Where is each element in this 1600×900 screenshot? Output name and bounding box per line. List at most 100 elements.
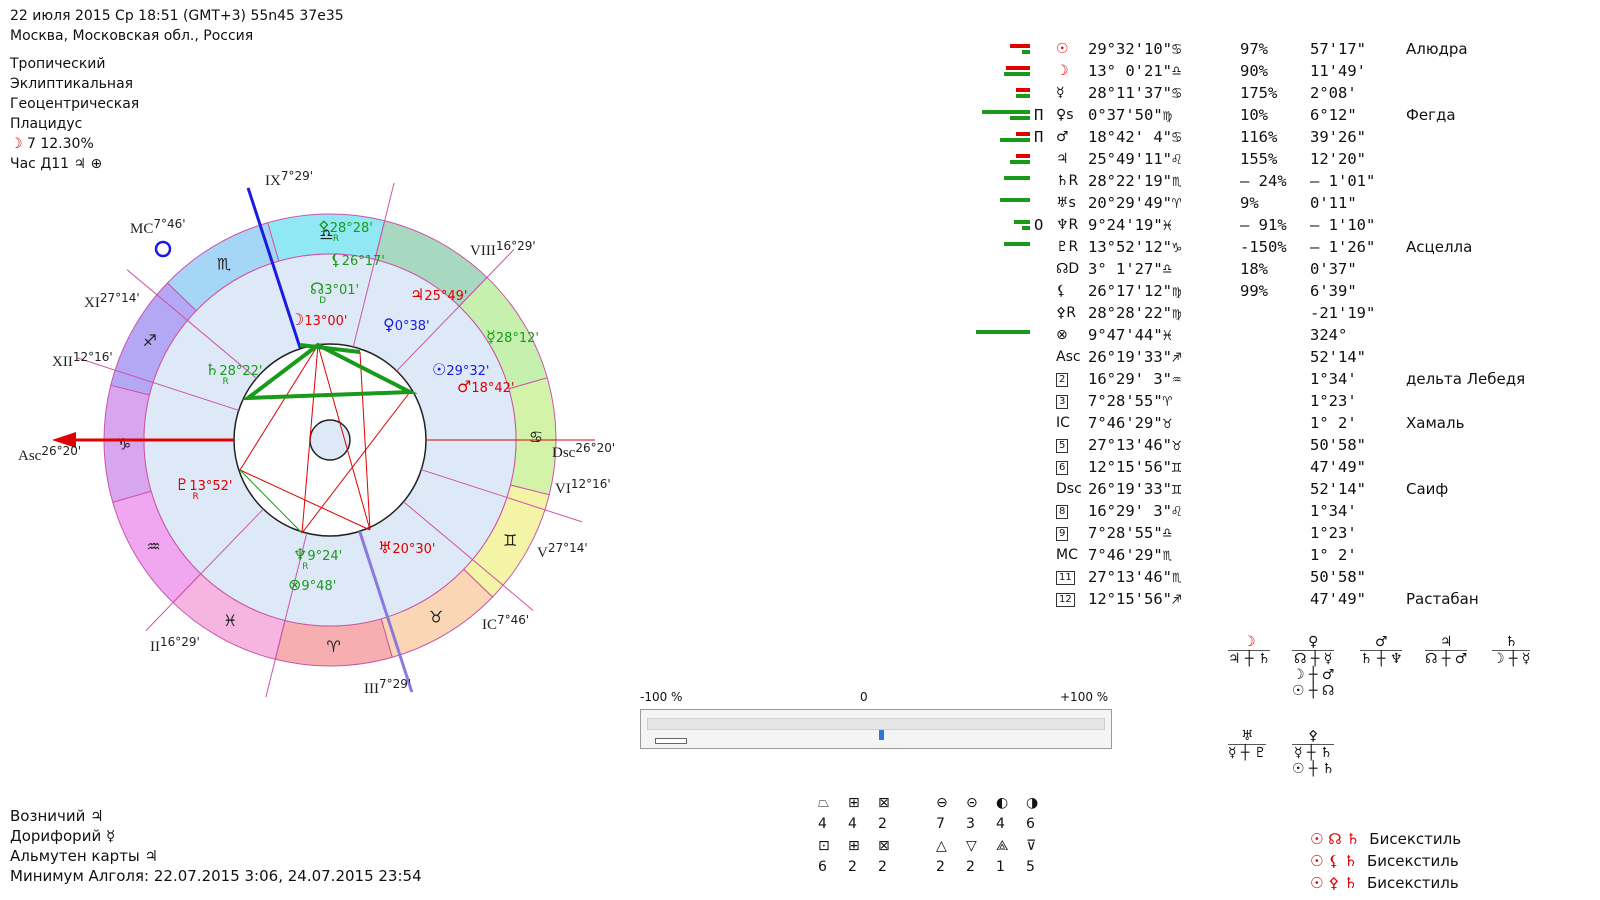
planet-glyph: ☊D — [1056, 261, 1080, 277]
zodiac-sign-icon: ♈ — [326, 637, 340, 656]
planet-glyph: 9 — [1056, 527, 1069, 541]
position-value: 12°15'56"♊ — [1088, 458, 1182, 476]
daily-motion: 1°34' — [1310, 502, 1357, 520]
dispositor-ruler: ⚴ — [1292, 728, 1335, 745]
house-label: IX7°29' — [265, 170, 313, 189]
planet-glyph: 12 — [1056, 593, 1075, 607]
position-value: 7°46'29"♏ — [1088, 546, 1172, 564]
strength-bar — [1022, 226, 1030, 230]
dispositor-ruler: ☽ — [1228, 634, 1271, 651]
planet-glyph: ☉ — [1056, 41, 1069, 57]
slider-max-label: +100 % — [1060, 690, 1109, 704]
daily-motion: 50'58" — [1310, 568, 1366, 586]
element-count: 2 — [878, 859, 887, 875]
daily-motion: 6°12" — [1310, 106, 1357, 124]
dispositor-ruler: ♃ — [1425, 634, 1468, 651]
zodiac-sign-icon: ♑ — [117, 435, 131, 454]
planet-glyph: ♃ — [1056, 151, 1069, 167]
dispositor-children: ☽ ┼ ☿ — [1492, 651, 1531, 667]
element-icon: ⊞ — [848, 795, 860, 811]
position-value: 28°22'19"♏ — [1088, 172, 1182, 190]
daily-motion: 57'17" — [1310, 40, 1366, 58]
planet-glyph: ♆R — [1056, 217, 1079, 233]
element-count: 4 — [996, 816, 1005, 832]
slider-mid-label: 0 — [860, 690, 868, 704]
position-value: 26°17'12"♍ — [1088, 282, 1182, 300]
slider-thumb[interactable] — [879, 730, 884, 740]
slider-min-label: -100 % — [640, 690, 683, 704]
strength-bar — [1004, 176, 1030, 180]
speed-percent: 9% — [1240, 194, 1259, 212]
aspect-row[interactable]: ☉ ☊ ♄ Бисекстиль — [1310, 828, 1461, 850]
speed-percent: 97% — [1240, 40, 1268, 58]
strength-bar — [1016, 154, 1030, 158]
natal-chart-wheel[interactable]: ♎♏♐♑♒♓♈♉♊♋IX7°29'MC7°46'VIII16°29'XI27°1… — [0, 170, 640, 710]
strength-bar — [1010, 116, 1030, 120]
daily-motion: -21'19" — [1310, 304, 1376, 322]
strength-bar — [976, 330, 1030, 334]
planet-glyph: ♅s — [1056, 195, 1076, 211]
daily-motion: 11'49' — [1310, 62, 1366, 80]
balance-slider[interactable]: -100 % 0 +100 % — [640, 690, 1112, 750]
planet-glyph: MC — [1056, 547, 1078, 563]
house-system: Плацидус — [10, 116, 83, 132]
planet-glyph: IC — [1056, 415, 1070, 431]
position-value: 28°28'22"♍ — [1088, 304, 1182, 322]
position-value: 13° 0'21"♎ — [1088, 62, 1182, 80]
dispositor-ruler: ♅ — [1228, 728, 1267, 745]
slider-handle[interactable] — [655, 738, 687, 744]
chart-info: 22 июля 2015 Ср 18:51 (GMT+3) 55n45 37e3… — [10, 6, 344, 174]
aspect-glyphs: ☉ ⚴ ♄ — [1310, 874, 1358, 892]
fixed-star: Асцелла — [1406, 238, 1473, 256]
position-value: 28°11'37"♋ — [1088, 84, 1182, 102]
date-line: 22 июля 2015 Ср 18:51 (GMT+3) 55n45 37e3… — [10, 8, 344, 24]
element-icon: ▽ — [966, 838, 977, 854]
daily-motion: 47'49" — [1310, 590, 1366, 608]
daily-motion: 50'58" — [1310, 436, 1366, 454]
aspect-glyphs: ☉ ⚸ ♄ — [1310, 852, 1358, 870]
daily-motion: 1°23' — [1310, 392, 1357, 410]
slider-track[interactable] — [640, 709, 1112, 749]
auriga-line: Возничий ♃ — [10, 807, 104, 825]
aspect-list: ☉ ☊ ♄ Бисекстиль ☉ ⚸ ♄ Бисекстиль ☉ ⚴ ♄ Би… — [1310, 828, 1461, 894]
almuten-line: Альмутен карты ♃ — [10, 847, 158, 865]
planet-glyph: 2 — [1056, 373, 1069, 387]
element-icon: ◐ — [996, 795, 1009, 811]
planet-glyph: ♂ — [1056, 129, 1069, 145]
dispositor-ruler: ♂ — [1360, 634, 1403, 651]
earth-circle — [309, 419, 351, 461]
element-icon: ⊠ — [878, 838, 890, 854]
strength-bar — [1016, 94, 1030, 98]
position-value: 26°19'33"♐ — [1088, 348, 1182, 366]
zodiac-sign-icon: ♊ — [503, 531, 517, 550]
row-marker: П — [1034, 106, 1044, 124]
element-count: 4 — [848, 816, 857, 832]
planet-glyph: ⚸ — [1056, 283, 1067, 299]
daily-motion: 1°34' — [1310, 370, 1357, 388]
planet-glyph: Dsc — [1056, 481, 1082, 497]
zodiac-sign-icon: ♓ — [223, 611, 237, 630]
position-value: 7°28'55"♎ — [1088, 524, 1172, 542]
aspect-glyphs: ☉ ☊ ♄ — [1310, 830, 1360, 848]
planet-glyph: ☿ — [1056, 85, 1065, 101]
daily-motion: 39'26" — [1310, 128, 1366, 146]
house-label: VI12°16' — [555, 477, 611, 497]
strength-bar — [1014, 220, 1030, 224]
dispositor-ruler: ♄ — [1492, 634, 1531, 651]
element-count: 6 — [818, 859, 827, 875]
dispositor-node: ⚴ ☿ ┼ ♄ ☉ ┼ ♄ — [1292, 728, 1335, 777]
position-value: 29°32'10"♋ — [1088, 40, 1182, 58]
planet-glyph: 6 — [1056, 461, 1069, 475]
house-label: MC7°46' — [130, 217, 186, 237]
zodiac-sign-icon: ♋ — [529, 427, 543, 446]
element-icon: ◑ — [1026, 795, 1039, 811]
daily-motion: 0'11" — [1310, 194, 1357, 212]
position-value: 16°29' 3"♒ — [1088, 370, 1182, 388]
aspect-row[interactable]: ☉ ⚴ ♄ Бисекстиль — [1310, 872, 1461, 894]
aspect-row[interactable]: ☉ ⚸ ♄ Бисекстиль — [1310, 850, 1461, 872]
element-count: 2 — [936, 859, 945, 875]
location-line: Москва, Московская обл., Россия — [10, 28, 254, 44]
element-icon: ⟁ — [996, 838, 1009, 854]
zodiac-sign-icon: ♉ — [429, 608, 443, 627]
center-type: Геоцентрическая — [10, 96, 140, 112]
